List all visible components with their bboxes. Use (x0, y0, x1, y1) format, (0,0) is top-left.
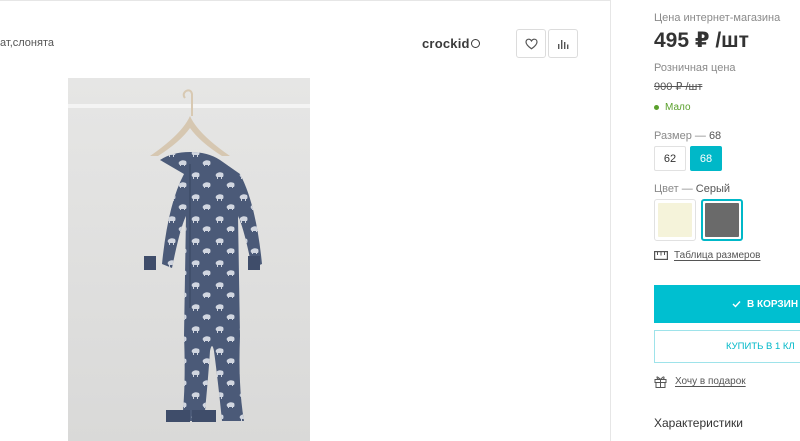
color-label-text: Цвет (654, 183, 679, 195)
add-to-cart-button[interactable]: В КОРЗИН (654, 285, 800, 323)
retail-price: 900 ₽ /шт (654, 81, 703, 93)
brand-logo[interactable]: crockid (422, 36, 480, 51)
buy-one-click-button[interactable]: КУПИТЬ В 1 КЛ (654, 330, 800, 363)
romper-image (68, 78, 310, 441)
product-photo[interactable] (68, 78, 310, 441)
favorite-button[interactable] (516, 29, 546, 58)
size-option-62[interactable]: 62 (654, 146, 686, 171)
brand-mark-icon (470, 39, 480, 48)
size-table-link[interactable]: Таблица размеров (654, 250, 760, 261)
color-swatch-cream[interactable] (654, 199, 696, 241)
brand-name: crockid (422, 36, 470, 51)
ruler-icon (654, 251, 668, 260)
color-swatch-gray[interactable] (701, 199, 743, 241)
size-label-text: Размер (654, 130, 692, 142)
size-separator: — (694, 130, 706, 142)
retail-price-label: Розничная цена (654, 62, 736, 74)
heart-icon (524, 38, 538, 50)
add-to-cart-label: В КОРЗИН (747, 298, 799, 310)
size-label: Размер — 68 (654, 130, 721, 142)
stock-dot-icon (654, 105, 659, 110)
swatch-fill (705, 203, 739, 237)
specs-heading[interactable]: Характеристики (654, 416, 743, 430)
check-icon (732, 301, 741, 308)
color-selected-value: Серый (695, 183, 731, 195)
gift-icon (654, 376, 667, 388)
stock-status-text: Мало (665, 102, 691, 113)
compare-button[interactable] (548, 29, 578, 58)
product-gallery-card: ат,слонята crockid (0, 0, 611, 441)
stock-status: Мало (654, 102, 691, 113)
purchase-panel: Цена интернет-магазина 495 ₽ /шт Розничн… (654, 0, 800, 441)
color-label: Цвет — Серый (654, 183, 730, 195)
size-option-68[interactable]: 68 (690, 146, 722, 171)
size-selected-value: 68 (708, 130, 722, 142)
size-table-text: Таблица размеров (674, 250, 761, 261)
swatch-fill (658, 203, 692, 237)
product-subtitle: ат,слонята (0, 37, 54, 49)
current-price: 495 ₽ /шт (654, 29, 749, 52)
gift-link-text: Хочу в подарок (675, 376, 746, 387)
gift-link[interactable]: Хочу в подарок (654, 375, 746, 388)
bar-chart-icon (558, 39, 569, 49)
online-price-label: Цена интернет-магазина (654, 12, 781, 24)
color-separator: — (681, 183, 693, 195)
